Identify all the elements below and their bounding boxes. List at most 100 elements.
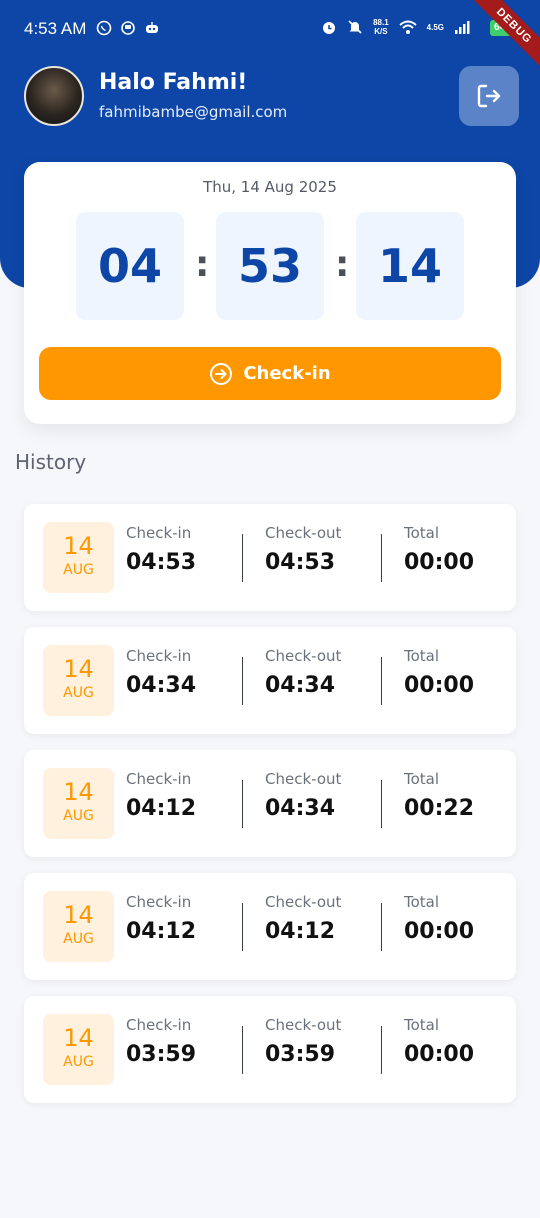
total-time: 00:00 xyxy=(404,550,475,575)
history-item[interactable]: 14 AUG Check-in 04:34 Check-out 04:34 To… xyxy=(24,627,516,734)
alarm-icon xyxy=(323,22,336,34)
total-label: Total xyxy=(404,647,440,665)
total-column: Total 00:00 xyxy=(404,1016,474,1067)
total-time: 00:00 xyxy=(404,919,475,944)
divider xyxy=(242,1026,243,1074)
divider xyxy=(242,534,243,582)
date-badge: 14 AUG xyxy=(43,1014,114,1085)
total-column: Total 00:00 xyxy=(404,524,474,575)
time-separator: : xyxy=(195,244,210,285)
history-title: History xyxy=(15,450,87,474)
checkout-column: Check-out 04:12 xyxy=(265,893,341,944)
checkout-label: Check-out xyxy=(265,524,342,542)
history-list: 14 AUG Check-in 04:53 Check-out 04:53 To… xyxy=(24,504,516,1119)
checkin-label: Check-in xyxy=(126,647,192,665)
checkin-column: Check-in 04:53 xyxy=(126,524,196,575)
status-bar: 4:53 AM 88.1 K/S 4.5G 64 DEBUG xyxy=(0,0,540,76)
seconds-box: 14 xyxy=(356,212,464,320)
system-icons: 88.1 K/S 4.5G xyxy=(321,18,470,36)
total-column: Total 00:22 xyxy=(404,770,474,821)
date-month: AUG xyxy=(63,562,94,578)
checkout-column: Check-out 04:34 xyxy=(265,770,341,821)
network-speed: 88.1 K/S xyxy=(373,18,389,36)
divider xyxy=(381,657,382,705)
checkin-label: Check-in xyxy=(126,893,192,911)
checkout-time: 04:12 xyxy=(265,919,336,944)
checkout-label: Check-out xyxy=(265,1016,342,1034)
checkin-time: 04:53 xyxy=(126,550,197,575)
app-notification-icon xyxy=(121,21,135,35)
notification-icons xyxy=(96,20,160,36)
checkout-label: Check-out xyxy=(265,893,342,911)
date-day: 14 xyxy=(63,901,94,929)
date-badge: 14 AUG xyxy=(43,645,114,716)
date-month: AUG xyxy=(63,808,94,824)
checkin-time: 04:12 xyxy=(126,796,197,821)
network-type: 4.5G xyxy=(426,22,444,32)
total-time: 00:00 xyxy=(404,1042,475,1067)
history-item[interactable]: 14 AUG Check-in 04:12 Check-out 04:12 To… xyxy=(24,873,516,980)
checkin-time: 04:34 xyxy=(126,673,197,698)
check-in-button[interactable]: Check-in xyxy=(39,347,501,400)
avatar[interactable] xyxy=(24,66,84,126)
robot-icon xyxy=(146,22,158,33)
date-month: AUG xyxy=(63,931,94,947)
total-time: 00:22 xyxy=(404,796,475,821)
checkin-label: Check-in xyxy=(126,770,192,788)
date-day: 14 xyxy=(63,778,94,806)
checkout-time: 04:34 xyxy=(265,796,336,821)
date-day: 14 xyxy=(63,1024,94,1052)
hours-box: 04 xyxy=(76,212,184,320)
wifi-icon xyxy=(398,20,417,34)
logout-icon xyxy=(477,84,501,108)
total-label: Total xyxy=(404,524,440,542)
checkin-label: Check-in xyxy=(126,1016,192,1034)
checkin-label: Check-in xyxy=(126,524,192,542)
date-badge: 14 AUG xyxy=(43,768,114,839)
date-badge: 14 AUG xyxy=(43,522,114,593)
history-item[interactable]: 14 AUG Check-in 04:12 Check-out 04:34 To… xyxy=(24,750,516,857)
total-column: Total 00:00 xyxy=(404,893,474,944)
divider xyxy=(381,1026,382,1074)
checkout-label: Check-out xyxy=(265,770,342,788)
clock-card: Thu, 14 Aug 2025 04 : 53 : 14 Check-in xyxy=(24,162,516,424)
time-separator: : xyxy=(335,244,350,285)
divider xyxy=(242,780,243,828)
date-month: AUG xyxy=(63,1054,94,1070)
checkout-time: 04:53 xyxy=(265,550,336,575)
user-email: fahmibambe@gmail.com xyxy=(99,103,288,121)
network-speed-value: 88.1 xyxy=(373,18,389,27)
date-day: 14 xyxy=(63,532,94,560)
total-time: 00:00 xyxy=(404,673,475,698)
checkin-column: Check-in 04:12 xyxy=(126,893,196,944)
total-label: Total xyxy=(404,893,440,911)
checkin-column: Check-in 03:59 xyxy=(126,1016,196,1067)
checkout-time: 04:34 xyxy=(265,673,336,698)
checkout-time: 03:59 xyxy=(265,1042,336,1067)
date-day: 14 xyxy=(63,655,94,683)
history-item[interactable]: 14 AUG Check-in 04:53 Check-out 04:53 To… xyxy=(24,504,516,611)
checkin-column: Check-in 04:34 xyxy=(126,647,196,698)
logout-button[interactable] xyxy=(459,66,519,126)
total-column: Total 00:00 xyxy=(404,647,474,698)
divider xyxy=(242,903,243,951)
date-month: AUG xyxy=(63,685,94,701)
total-label: Total xyxy=(404,770,440,788)
network-speed-unit: K/S xyxy=(374,27,388,36)
checkout-column: Check-out 04:34 xyxy=(265,647,341,698)
checkout-column: Check-out 03:59 xyxy=(265,1016,341,1067)
history-item[interactable]: 14 AUG Check-in 03:59 Check-out 03:59 To… xyxy=(24,996,516,1103)
checkout-label: Check-out xyxy=(265,647,342,665)
greeting-text: Halo Fahmi! xyxy=(99,70,248,95)
whatsapp-icon xyxy=(96,20,112,36)
minutes-box: 53 xyxy=(216,212,324,320)
checkout-column: Check-out 04:53 xyxy=(265,524,341,575)
status-time: 4:53 AM xyxy=(24,19,87,38)
checkin-column: Check-in 04:12 xyxy=(126,770,196,821)
checkin-time: 03:59 xyxy=(126,1042,197,1067)
divider xyxy=(381,780,382,828)
divider xyxy=(381,903,382,951)
divider xyxy=(242,657,243,705)
date-badge: 14 AUG xyxy=(43,891,114,962)
signal-icon xyxy=(455,21,470,34)
